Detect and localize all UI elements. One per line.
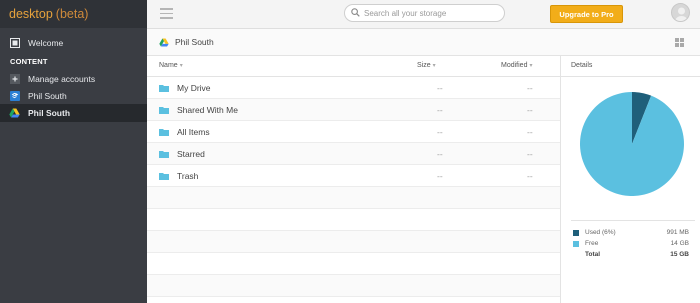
welcome-icon	[9, 38, 20, 49]
folder-icon	[159, 84, 169, 92]
sidebar-item-label: Manage accounts	[28, 74, 96, 84]
breadcrumb-bar: Phil South	[147, 29, 700, 56]
row-name: Shared With Me	[177, 105, 238, 115]
row-name: Trash	[177, 171, 199, 181]
empty-row	[147, 209, 560, 231]
table-row[interactable]: Starred -- --	[147, 143, 560, 165]
sidebar: desktop (beta) Welcome CONTENT Manage ac…	[0, 0, 147, 303]
sidebar-item-google-drive-account[interactable]: Phil South	[0, 104, 147, 122]
row-size: --	[437, 105, 443, 115]
row-modified: --	[527, 83, 533, 93]
column-header-size[interactable]: Size ▾	[417, 62, 436, 69]
used-value: 991 MB	[666, 229, 689, 236]
storage-pie-chart	[580, 92, 684, 196]
grid-view-icon[interactable]	[675, 38, 684, 47]
row-size: --	[437, 83, 443, 93]
breadcrumb[interactable]: Phil South	[159, 37, 214, 47]
table-row[interactable]: All Items -- --	[147, 121, 560, 143]
row-name: Starred	[177, 149, 205, 159]
top-bar: Upgrade to Pro	[147, 0, 700, 29]
row-size: --	[437, 171, 443, 181]
used-swatch	[573, 230, 579, 236]
table-row[interactable]: My Drive -- --	[147, 77, 560, 99]
row-size: --	[437, 127, 443, 137]
sidebar-item-label: Phil South	[28, 91, 67, 101]
folder-icon	[159, 172, 169, 180]
app-brand[interactable]: desktop (beta)	[0, 0, 147, 28]
folder-icon	[159, 150, 169, 158]
search-icon	[351, 4, 360, 22]
column-header-name[interactable]: Name ▾	[159, 62, 183, 69]
row-name: My Drive	[177, 83, 211, 93]
table-row[interactable]: Shared With Me -- --	[147, 99, 560, 121]
table-header: Name ▾ Size ▾ Modified ▾	[147, 56, 560, 77]
google-drive-icon	[159, 37, 169, 47]
pie-slice-free	[580, 92, 684, 196]
search-box[interactable]	[344, 4, 505, 22]
plus-icon	[9, 74, 20, 85]
legend-total: Total 15 GB	[571, 251, 695, 262]
sidebar-item-dropbox-account[interactable]: Phil South	[0, 87, 147, 105]
used-label: Used (6%)	[585, 229, 616, 236]
free-label: Free	[585, 240, 599, 247]
row-modified: --	[527, 127, 533, 137]
column-header-modified[interactable]: Modified ▾	[501, 62, 532, 69]
empty-row	[147, 275, 560, 297]
row-size: --	[437, 149, 443, 159]
brand-suffix: (beta)	[55, 7, 89, 21]
breadcrumb-label: Phil South	[175, 37, 214, 47]
brand-name: desktop	[9, 7, 53, 21]
legend-used: Used (6%) 991 MB	[571, 229, 695, 240]
row-modified: --	[527, 171, 533, 181]
table-body: My Drive -- -- Shared With Me -- -- All …	[147, 77, 560, 297]
details-title: Details	[561, 56, 700, 77]
google-drive-icon	[9, 108, 20, 119]
total-value: 15 GB	[670, 251, 689, 258]
menu-icon[interactable]	[160, 8, 173, 19]
upgrade-button[interactable]: Upgrade to Pro	[550, 5, 623, 23]
total-label: Total	[585, 251, 601, 258]
details-panel: Details Used (6%) 991 MB Free 14 GB Tota…	[560, 56, 700, 303]
legend-free: Free 14 GB	[571, 240, 695, 251]
folder-icon	[159, 106, 169, 114]
folder-icon	[159, 128, 169, 136]
storage-legend: Used (6%) 991 MB Free 14 GB Total 15 GB	[571, 220, 695, 262]
empty-row	[147, 231, 560, 253]
free-value: 14 GB	[670, 240, 689, 247]
sidebar-section-content: CONTENT	[10, 57, 48, 66]
avatar[interactable]	[671, 3, 690, 22]
search-input[interactable]	[364, 8, 499, 18]
table-row[interactable]: Trash -- --	[147, 165, 560, 187]
sidebar-item-label: Welcome	[28, 38, 64, 48]
sidebar-item-manage-accounts[interactable]: Manage accounts	[0, 70, 147, 88]
sidebar-item-label: Phil South	[28, 108, 71, 118]
empty-row	[147, 187, 560, 209]
file-table: Name ▾ Size ▾ Modified ▾ My Drive -- -- Sha…	[147, 56, 560, 303]
row-modified: --	[527, 149, 533, 159]
sidebar-item-welcome[interactable]: Welcome	[0, 34, 147, 52]
row-name: All Items	[177, 127, 210, 137]
row-modified: --	[527, 105, 533, 115]
free-swatch	[573, 241, 579, 247]
empty-row	[147, 253, 560, 275]
dropbox-icon	[9, 91, 20, 102]
